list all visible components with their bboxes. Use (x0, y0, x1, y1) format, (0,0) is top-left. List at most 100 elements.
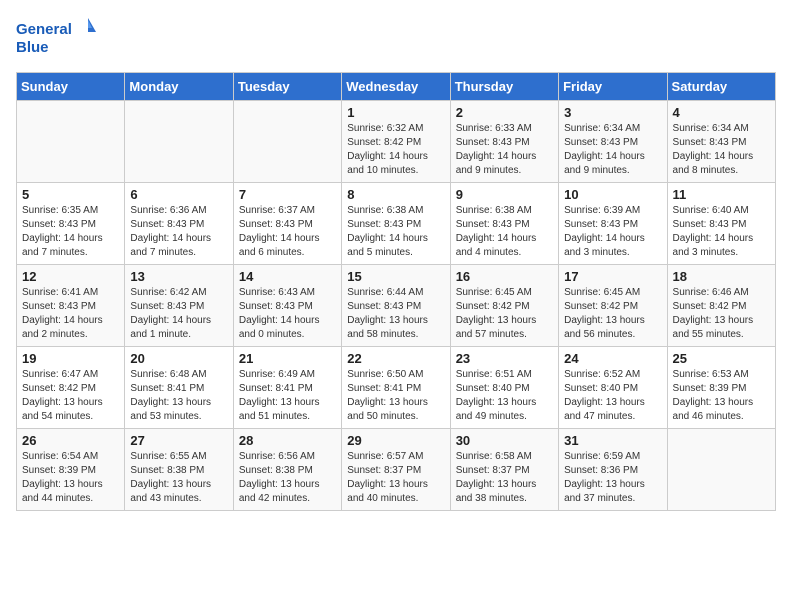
day-number: 18 (673, 269, 770, 284)
day-number: 22 (347, 351, 444, 366)
day-info: Sunrise: 6:45 AM Sunset: 8:42 PM Dayligh… (564, 286, 661, 342)
day-number: 14 (239, 269, 336, 284)
calendar-cell: 20 Sunrise: 6:48 AM Sunset: 8:41 PM Dayli… (125, 347, 233, 429)
day-info: Sunrise: 6:44 AM Sunset: 8:43 PM Dayligh… (347, 286, 444, 342)
calendar-cell: 4 Sunrise: 6:34 AM Sunset: 8:43 PM Daylig… (667, 101, 775, 183)
calendar-cell: 8 Sunrise: 6:38 AM Sunset: 8:43 PM Daylig… (342, 183, 450, 265)
day-number: 8 (347, 187, 444, 202)
weekday-header-friday: Friday (559, 73, 667, 101)
day-number: 15 (347, 269, 444, 284)
day-number: 3 (564, 105, 661, 120)
calendar-cell: 16Sunrise: 6:45 AM Sunset: 8:42 PM Dayli… (450, 265, 558, 347)
day-info: Sunrise: 6:58 AM Sunset: 8:37 PM Dayligh… (456, 450, 553, 506)
day-number: 30 (456, 433, 553, 448)
day-number: 28 (239, 433, 336, 448)
calendar-cell: 31 Sunrise: 6:59 AM Sunset: 8:36 PM Dayli… (559, 429, 667, 511)
day-number: 6 (130, 187, 227, 202)
day-number: 20 (130, 351, 227, 366)
weekday-header-saturday: Saturday (667, 73, 775, 101)
calendar-cell: 15 Sunrise: 6:44 AM Sunset: 8:43 PM Dayli… (342, 265, 450, 347)
day-info: Sunrise: 6:38 AM Sunset: 8:43 PM Dayligh… (347, 204, 444, 260)
calendar-cell: 10 Sunrise: 6:39 AM Sunset: 8:43 PM Dayli… (559, 183, 667, 265)
calendar-cell: 19 Sunrise: 6:47 AM Sunset: 8:42 PM Dayli… (17, 347, 125, 429)
day-number: 19 (22, 351, 119, 366)
day-number: 5 (22, 187, 119, 202)
day-info: Sunrise: 6:41 AM Sunset: 8:43 PM Dayligh… (22, 286, 119, 342)
calendar-cell (233, 101, 341, 183)
calendar-cell: 27 Sunrise: 6:55 AM Sunset: 8:38 PM Dayli… (125, 429, 233, 511)
day-number: 23 (456, 351, 553, 366)
calendar-week-2: 5Sunrise: 6:35 AM Sunset: 8:43 PM Daylig… (17, 183, 776, 265)
calendar-cell: 17 Sunrise: 6:45 AM Sunset: 8:42 PM Dayli… (559, 265, 667, 347)
calendar-cell: 25 Sunrise: 6:53 AM Sunset: 8:39 PM Dayli… (667, 347, 775, 429)
day-info: Sunrise: 6:55 AM Sunset: 8:38 PM Dayligh… (130, 450, 227, 506)
day-info: Sunrise: 6:42 AM Sunset: 8:43 PM Dayligh… (130, 286, 227, 342)
day-info: Sunrise: 6:56 AM Sunset: 8:38 PM Dayligh… (239, 450, 336, 506)
calendar-cell: 9Sunrise: 6:38 AM Sunset: 8:43 PM Daylig… (450, 183, 558, 265)
day-info: Sunrise: 6:45 AM Sunset: 8:42 PM Dayligh… (456, 286, 553, 342)
logo: General Blue (16, 16, 96, 60)
day-info: Sunrise: 6:39 AM Sunset: 8:43 PM Dayligh… (564, 204, 661, 260)
calendar-cell: 21 Sunrise: 6:49 AM Sunset: 8:41 PM Dayli… (233, 347, 341, 429)
calendar-cell: 30 Sunrise: 6:58 AM Sunset: 8:37 PM Dayli… (450, 429, 558, 511)
weekday-header-sunday: Sunday (17, 73, 125, 101)
day-number: 26 (22, 433, 119, 448)
day-number: 12 (22, 269, 119, 284)
day-number: 24 (564, 351, 661, 366)
day-info: Sunrise: 6:34 AM Sunset: 8:43 PM Dayligh… (564, 122, 661, 178)
day-info: Sunrise: 6:46 AM Sunset: 8:42 PM Dayligh… (673, 286, 770, 342)
day-number: 29 (347, 433, 444, 448)
day-info: Sunrise: 6:36 AM Sunset: 8:43 PM Dayligh… (130, 204, 227, 260)
calendar-cell: 5Sunrise: 6:35 AM Sunset: 8:43 PM Daylig… (17, 183, 125, 265)
day-info: Sunrise: 6:40 AM Sunset: 8:43 PM Dayligh… (673, 204, 770, 260)
calendar-cell: 28 Sunrise: 6:56 AM Sunset: 8:38 PM Dayli… (233, 429, 341, 511)
day-number: 13 (130, 269, 227, 284)
day-number: 10 (564, 187, 661, 202)
day-info: Sunrise: 6:43 AM Sunset: 8:43 PM Dayligh… (239, 286, 336, 342)
day-number: 25 (673, 351, 770, 366)
calendar-cell: 1 Sunrise: 6:32 AM Sunset: 8:42 PM Daylig… (342, 101, 450, 183)
calendar-cell (125, 101, 233, 183)
day-number: 7 (239, 187, 336, 202)
day-info: Sunrise: 6:38 AM Sunset: 8:43 PM Dayligh… (456, 204, 553, 260)
weekday-header-tuesday: Tuesday (233, 73, 341, 101)
day-info: Sunrise: 6:59 AM Sunset: 8:36 PM Dayligh… (564, 450, 661, 506)
calendar-week-1: 1 Sunrise: 6:32 AM Sunset: 8:42 PM Daylig… (17, 101, 776, 183)
calendar-cell: 18 Sunrise: 6:46 AM Sunset: 8:42 PM Dayli… (667, 265, 775, 347)
day-info: Sunrise: 6:34 AM Sunset: 8:43 PM Dayligh… (673, 122, 770, 178)
calendar-cell: 22 Sunrise: 6:50 AM Sunset: 8:41 PM Dayli… (342, 347, 450, 429)
day-number: 31 (564, 433, 661, 448)
calendar-cell: 14 Sunrise: 6:43 AM Sunset: 8:43 PM Dayli… (233, 265, 341, 347)
day-number: 27 (130, 433, 227, 448)
day-info: Sunrise: 6:48 AM Sunset: 8:41 PM Dayligh… (130, 368, 227, 424)
day-info: Sunrise: 6:51 AM Sunset: 8:40 PM Dayligh… (456, 368, 553, 424)
calendar-table: SundayMondayTuesdayWednesdayThursdayFrid… (16, 72, 776, 511)
calendar-cell: 2Sunrise: 6:33 AM Sunset: 8:43 PM Daylig… (450, 101, 558, 183)
day-number: 4 (673, 105, 770, 120)
day-info: Sunrise: 6:47 AM Sunset: 8:42 PM Dayligh… (22, 368, 119, 424)
calendar-cell (17, 101, 125, 183)
day-info: Sunrise: 6:53 AM Sunset: 8:39 PM Dayligh… (673, 368, 770, 424)
svg-text:Blue: Blue (16, 39, 49, 56)
day-number: 1 (347, 105, 444, 120)
day-info: Sunrise: 6:54 AM Sunset: 8:39 PM Dayligh… (22, 450, 119, 506)
calendar-cell: 29 Sunrise: 6:57 AM Sunset: 8:37 PM Dayli… (342, 429, 450, 511)
calendar-cell (667, 429, 775, 511)
day-number: 21 (239, 351, 336, 366)
day-number: 17 (564, 269, 661, 284)
day-info: Sunrise: 6:52 AM Sunset: 8:40 PM Dayligh… (564, 368, 661, 424)
day-number: 11 (673, 187, 770, 202)
logo-svg: General Blue (16, 16, 96, 60)
calendar-cell: 11 Sunrise: 6:40 AM Sunset: 8:43 PM Dayli… (667, 183, 775, 265)
calendar-cell: 13 Sunrise: 6:42 AM Sunset: 8:43 PM Dayli… (125, 265, 233, 347)
day-info: Sunrise: 6:57 AM Sunset: 8:37 PM Dayligh… (347, 450, 444, 506)
weekday-header-monday: Monday (125, 73, 233, 101)
day-info: Sunrise: 6:33 AM Sunset: 8:43 PM Dayligh… (456, 122, 553, 178)
calendar-week-3: 12 Sunrise: 6:41 AM Sunset: 8:43 PM Dayli… (17, 265, 776, 347)
calendar-week-5: 26 Sunrise: 6:54 AM Sunset: 8:39 PM Dayli… (17, 429, 776, 511)
page-header: General Blue (16, 16, 776, 60)
day-info: Sunrise: 6:32 AM Sunset: 8:42 PM Dayligh… (347, 122, 444, 178)
day-info: Sunrise: 6:50 AM Sunset: 8:41 PM Dayligh… (347, 368, 444, 424)
weekday-header-thursday: Thursday (450, 73, 558, 101)
day-info: Sunrise: 6:49 AM Sunset: 8:41 PM Dayligh… (239, 368, 336, 424)
